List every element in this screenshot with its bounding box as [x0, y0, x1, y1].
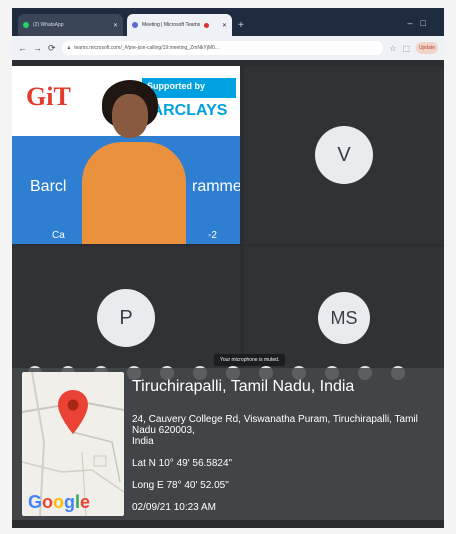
new-tab-icon[interactable]: + [238, 20, 244, 31]
teams-favicon-icon [132, 22, 138, 28]
participant-tile-v[interactable]: V [244, 66, 444, 244]
whatsapp-favicon-icon [23, 22, 29, 28]
git-logo: GiT [26, 82, 71, 111]
google-logo: Google [28, 492, 91, 512]
address-bar: ← → ⟳ 🔒︎ teams.microsoft.com/_#/pre-join… [12, 36, 444, 60]
close-tab-icon[interactable]: ✕ [113, 22, 118, 29]
extensions-icon[interactable]: ⬚ [402, 44, 410, 53]
close-tab-icon[interactable]: ✕ [222, 22, 227, 29]
address-country: India [132, 436, 154, 447]
location-pin-icon [58, 390, 88, 434]
latitude-text: Lat N 10° 49' 56.5824" [132, 458, 233, 469]
meeting-stage: GiT Supported by BARCLAYS Barcl ramme Ca… [12, 60, 444, 390]
geotag-overlay: Google Tiruchirapalli, Tamil Nadu, India… [12, 368, 444, 520]
back-icon[interactable]: ← [18, 43, 27, 53]
tab-label: Meeting | Microsoft Teams [142, 22, 201, 28]
reload-icon[interactable]: ⟳ [48, 43, 56, 54]
map-thumbnail: Google [22, 372, 124, 516]
presenter-face [112, 94, 148, 138]
presenter-body [82, 142, 186, 244]
tab-teams-meeting[interactable]: Meeting | Microsoft Teams ✕ [127, 14, 232, 36]
slide-sub-left: Ca [52, 230, 65, 241]
forward-icon[interactable]: → [33, 43, 42, 53]
longitude-text: Long E 78° 40' 52.05" [132, 480, 229, 491]
slide-banner-right: ramme [192, 178, 240, 195]
slide-banner-left: Barcl [30, 178, 67, 195]
mic-muted-toast: Your microphone is muted. [214, 354, 286, 366]
avatar: MS [318, 292, 370, 344]
url-text: teams.microsoft.com/_#/pre-join-calling/… [74, 45, 219, 51]
video-tile-presenter[interactable]: GiT Supported by BARCLAYS Barcl ramme Ca… [12, 66, 240, 244]
browser-tabbar: (2) WhatsApp ✕ Meeting | Microsoft Teams… [12, 8, 444, 36]
tab-label: (2) WhatsApp [33, 22, 64, 28]
window-controls[interactable]: –□ [408, 18, 444, 36]
star-icon[interactable]: ☆ [389, 44, 396, 53]
location-title: Tiruchirapalli, Tamil Nadu, India [132, 378, 355, 395]
avatar: P [97, 289, 155, 347]
timestamp-text: 02/09/21 10:23 AM [132, 502, 216, 513]
recording-indicator-icon [204, 22, 210, 28]
url-field[interactable]: 🔒︎ teams.microsoft.com/_#/pre-join-calli… [61, 41, 384, 55]
lock-icon: 🔒︎ [67, 45, 71, 51]
tab-whatsapp[interactable]: (2) WhatsApp ✕ [18, 14, 123, 36]
slide-sub-right: -2 [208, 230, 217, 241]
update-button[interactable]: Update [416, 42, 438, 54]
avatar: V [315, 126, 373, 184]
address-line: 24, Cauvery College Rd, Viswanatha Puram… [132, 414, 418, 436]
